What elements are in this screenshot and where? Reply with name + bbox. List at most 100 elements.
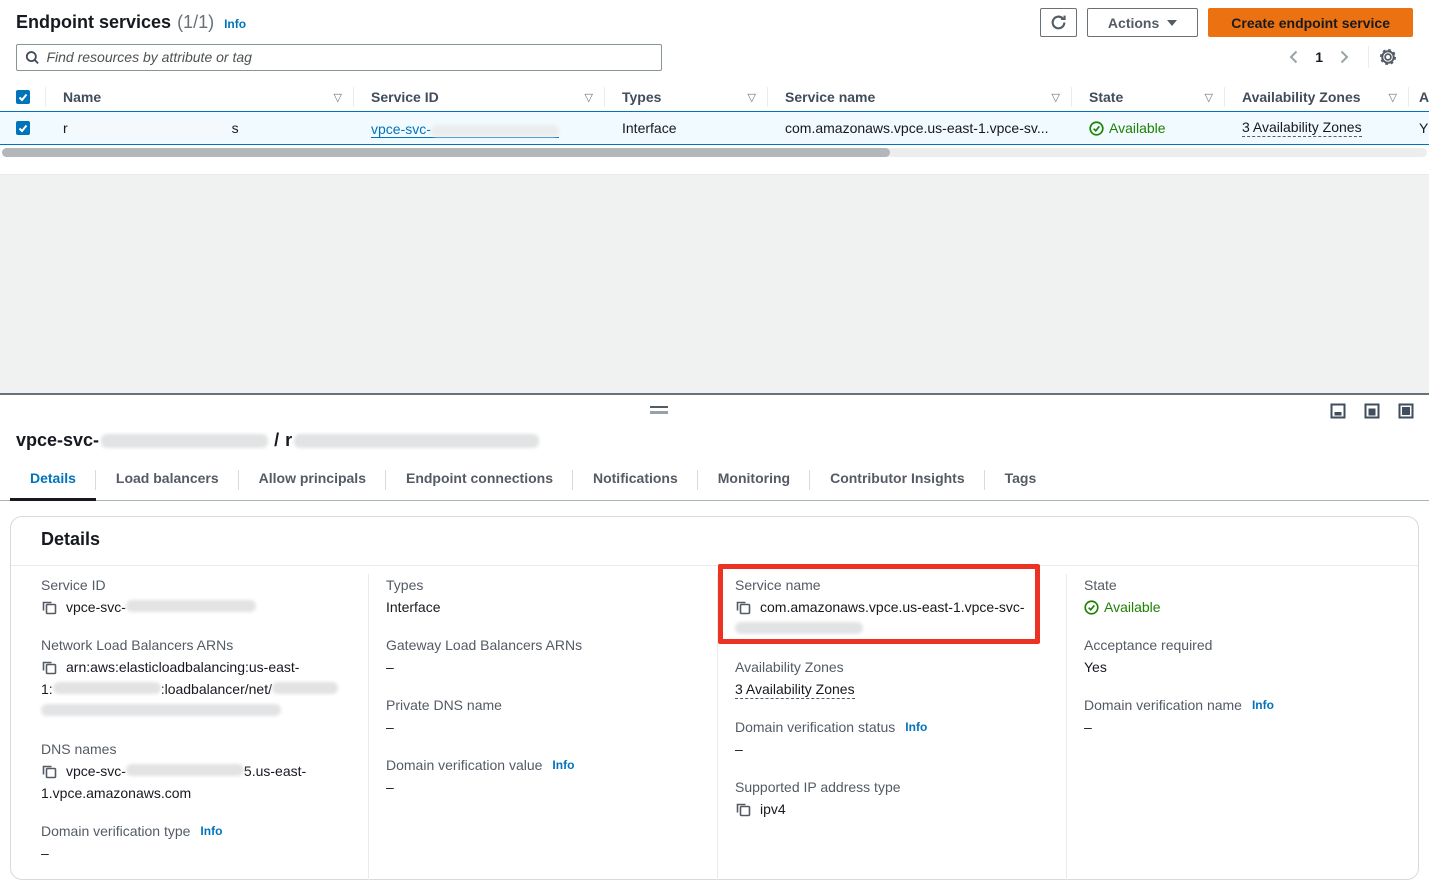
settings-gear-icon[interactable] [1379, 48, 1397, 66]
split-panel-drag-handle[interactable] [650, 406, 668, 414]
cell-acceptance: Y [1409, 112, 1429, 144]
redacted-arn-tail [41, 704, 281, 716]
copy-icon[interactable] [41, 763, 57, 779]
cell-availability-zones: 3 Availability Zones [1225, 112, 1409, 144]
redacted-service-id [126, 600, 256, 612]
table-row[interactable]: rs vpce-svc- Interface com.amazonaws.vpc… [0, 111, 1429, 145]
service-id-link[interactable]: vpce-svc- [371, 119, 559, 138]
tab-contributor-insights[interactable]: Contributor Insights [810, 470, 985, 500]
field-acceptance-required: Acceptance required Yes [1084, 634, 1398, 678]
available-status-icon [1089, 121, 1104, 136]
cell-types: Interface [605, 112, 768, 144]
column-header-types[interactable]: Types▽ [605, 83, 768, 111]
caret-down-icon [1167, 20, 1177, 26]
actions-button[interactable]: Actions [1087, 8, 1198, 37]
endpoint-services-table: Name▽ Service ID▽ Types▽ Service name▽ S… [0, 83, 1429, 157]
annotation-highlight-box [718, 564, 1040, 644]
field-domain-verification-type: Domain verification typeInfo – [41, 820, 348, 864]
panel-position-full-icon[interactable] [1398, 403, 1414, 419]
tab-monitoring[interactable]: Monitoring [698, 470, 810, 500]
cell-name: rs [46, 112, 354, 144]
details-card: Details Service ID vpce-svc- Network Loa… [10, 516, 1419, 880]
cell-state: Available [1072, 112, 1225, 144]
tab-details[interactable]: Details [10, 470, 96, 500]
chevron-left-icon [1289, 50, 1298, 64]
field-domain-verification-value: Domain verification valueInfo – [386, 754, 697, 798]
filter-icon[interactable]: ▽ [585, 91, 593, 104]
divider [1368, 46, 1369, 68]
column-header-name[interactable]: Name▽ [46, 83, 354, 111]
chevron-right-icon [1340, 50, 1349, 64]
horizontal-scrollbar[interactable] [2, 148, 1427, 157]
scrollbar-thumb[interactable] [2, 148, 890, 157]
filter-icon[interactable]: ▽ [748, 91, 756, 104]
tab-load-balancers[interactable]: Load balancers [96, 470, 239, 500]
tab-allow-principals[interactable]: Allow principals [239, 470, 386, 500]
field-availability-zones: Availability Zones 3 Availability Zones [735, 656, 1046, 700]
column-header-state[interactable]: State▽ [1072, 83, 1225, 111]
redacted-name [70, 122, 230, 134]
panel-position-half-icon[interactable] [1364, 403, 1380, 419]
info-link[interactable]: Info [552, 754, 574, 776]
copy-icon[interactable] [41, 659, 57, 675]
search-icon [25, 50, 39, 65]
panel-position-bottom-icon[interactable] [1330, 403, 1346, 419]
info-link[interactable]: Info [1252, 694, 1274, 716]
check-icon [18, 123, 28, 133]
redacted-account-id [53, 682, 161, 694]
toolbar: 1 [0, 37, 1429, 70]
info-link[interactable]: Info [224, 17, 246, 31]
available-status-icon [1084, 600, 1099, 615]
resource-count: (1/1) [177, 12, 214, 33]
refresh-button[interactable] [1040, 8, 1077, 37]
redacted-dns [126, 764, 244, 776]
availability-zones-popover[interactable]: 3 Availability Zones [1242, 119, 1362, 137]
refresh-icon [1050, 14, 1067, 31]
cell-service-id: vpce-svc- [354, 112, 605, 144]
column-header-acceptance[interactable]: Ac [1409, 83, 1429, 111]
field-state: State Available [1084, 574, 1398, 618]
table-header: Name▽ Service ID▽ Types▽ Service name▽ S… [0, 83, 1429, 111]
create-endpoint-service-button[interactable]: Create endpoint service [1208, 8, 1413, 37]
column-header-service-id[interactable]: Service ID▽ [354, 83, 605, 111]
next-page-button[interactable] [1331, 50, 1358, 64]
row-checkbox[interactable] [16, 121, 30, 135]
filter-icon[interactable]: ▽ [334, 91, 342, 104]
field-supported-ip: Supported IP address type ipv4 [735, 776, 1046, 820]
filter-icon[interactable]: ▽ [1205, 91, 1213, 104]
info-link[interactable]: Info [200, 820, 222, 842]
redacted-service-id [101, 434, 268, 448]
filter-icon[interactable]: ▽ [1052, 91, 1060, 104]
redacted-lb-name [272, 682, 338, 694]
tab-tags[interactable]: Tags [985, 470, 1057, 500]
row-select-cell[interactable] [0, 112, 46, 144]
previous-page-button[interactable] [1280, 50, 1307, 64]
detail-tabs: Details Load balancers Allow principals … [0, 470, 1429, 501]
search-box[interactable] [16, 44, 662, 71]
copy-icon[interactable] [41, 599, 57, 615]
field-dns-names: DNS names vpce-svc-5.us-east- 1.vpce.ama… [41, 738, 348, 804]
search-input[interactable] [46, 49, 653, 65]
redacted-name [294, 434, 539, 448]
select-all-checkbox[interactable] [16, 90, 30, 104]
detail-panel: vpce-svc- / r Details Load balancers All… [0, 395, 1429, 880]
field-domain-verification-name: Domain verification nameInfo – [1084, 694, 1398, 738]
field-private-dns-name: Private DNS name – [386, 694, 697, 738]
tab-endpoint-connections[interactable]: Endpoint connections [386, 470, 573, 500]
availability-zones-popover[interactable]: 3 Availability Zones [735, 681, 855, 699]
pagination: 1 [1280, 46, 1397, 68]
page-number[interactable]: 1 [1307, 49, 1331, 65]
field-service-id: Service ID vpce-svc- [41, 574, 348, 618]
info-link[interactable]: Info [905, 716, 927, 738]
page-title: Endpoint services [16, 12, 171, 33]
field-domain-verification-status: Domain verification statusInfo – [735, 716, 1046, 760]
select-all-cell[interactable] [0, 83, 46, 111]
tab-notifications[interactable]: Notifications [573, 470, 698, 500]
column-header-availability-zones[interactable]: Availability Zones▽ [1225, 83, 1409, 111]
filter-icon[interactable]: ▽ [1389, 91, 1397, 104]
details-card-title: Details [11, 517, 1418, 566]
copy-icon[interactable] [735, 801, 751, 817]
column-header-service-name[interactable]: Service name▽ [768, 83, 1072, 111]
page-header: Endpoint services (1/1) Info Actions Cre… [0, 0, 1429, 37]
field-nlb-arns: Network Load Balancers ARNs arn:aws:elas… [41, 634, 348, 722]
